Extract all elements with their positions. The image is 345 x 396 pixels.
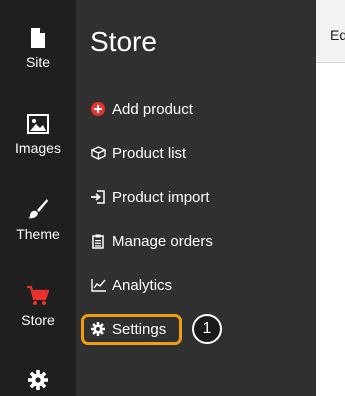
- menu-item-label: Manage orders: [112, 232, 213, 250]
- gear-icon: [28, 370, 48, 390]
- box-icon: [90, 145, 106, 161]
- menu-item-label: Add product: [112, 100, 193, 118]
- menu-item-analytics[interactable]: Analytics: [90, 274, 172, 296]
- step-callout-badge: 1: [192, 314, 222, 344]
- line-chart-icon: [90, 277, 106, 293]
- rail-item-label: Store: [21, 312, 55, 328]
- rail-item-settings[interactable]: [0, 370, 76, 390]
- clipboard-icon: [90, 233, 106, 249]
- rail-item-images[interactable]: Images: [0, 114, 76, 156]
- editor-header: Ed: [316, 0, 345, 63]
- menu-item-product-import[interactable]: Product import: [90, 186, 210, 208]
- rail-item-label: Images: [15, 140, 61, 156]
- rail-item-store[interactable]: Store: [0, 286, 76, 328]
- rail-item-label: Site: [25, 54, 51, 70]
- rail-item-theme[interactable]: Theme: [0, 198, 76, 242]
- rail-item-site[interactable]: Site: [0, 28, 76, 70]
- image-icon: [27, 114, 49, 134]
- brush-icon: [28, 199, 48, 219]
- editor-area: Ed: [316, 0, 345, 396]
- icon-rail: Site Images Theme Store: [0, 0, 76, 396]
- import-icon: [90, 189, 106, 205]
- menu-item-manage-orders[interactable]: Manage orders: [90, 230, 213, 252]
- settings-highlight-box: [81, 314, 182, 345]
- plus-circle-icon: [90, 101, 106, 117]
- panel-title: Store: [90, 26, 157, 57]
- page-icon: [31, 28, 45, 48]
- rail-item-label: Theme: [16, 226, 60, 242]
- cart-icon: [27, 286, 49, 305]
- menu-item-label: Product import: [112, 188, 210, 206]
- menu-item-label: Analytics: [112, 276, 173, 294]
- menu-item-label: Product list: [112, 144, 187, 162]
- menu-item-product-list[interactable]: Product list: [90, 142, 186, 164]
- editor-header-text: Ed: [330, 27, 345, 43]
- menu-item-add-product[interactable]: Add product: [90, 98, 193, 120]
- store-app: Site Images Theme Store Store Add produc…: [0, 0, 345, 396]
